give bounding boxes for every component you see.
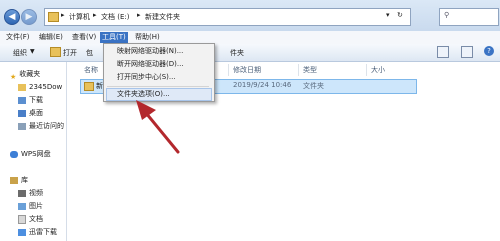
annotation-arrow-icon — [136, 100, 180, 154]
